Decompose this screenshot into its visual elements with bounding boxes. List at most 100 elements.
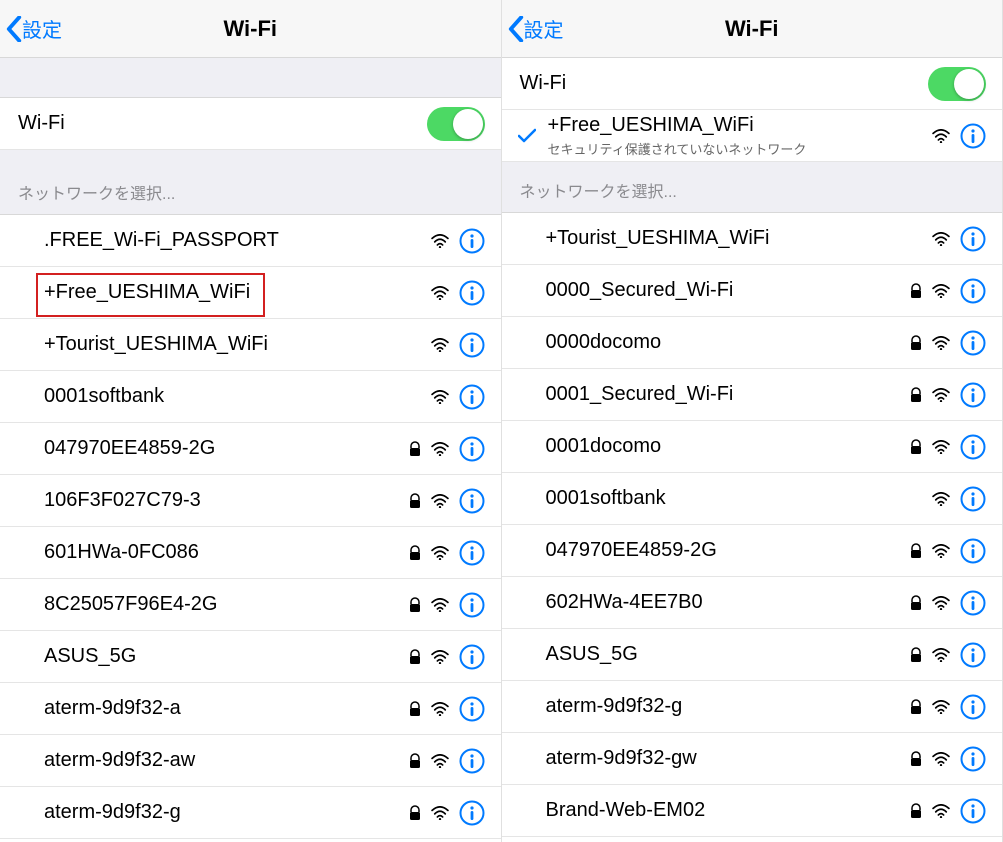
info-icon[interactable]: [459, 280, 485, 306]
network-row[interactable]: 0001_Secured_Wi-Fi: [502, 369, 1003, 421]
info-icon[interactable]: [960, 694, 986, 720]
network-name: 8C25057F96E4-2G: [44, 593, 217, 616]
wifi-signal-icon: [431, 598, 449, 612]
network-row[interactable]: 047970EE4859-2G: [0, 423, 501, 475]
network-row[interactable]: 601HWa-0FC086: [0, 527, 501, 579]
select-network-header: ネットワークを選択...: [0, 150, 501, 215]
wifi-signal-icon: [932, 544, 950, 558]
network-row[interactable]: +Free_UESHIMA_WiFi: [0, 267, 501, 319]
info-icon[interactable]: [960, 278, 986, 304]
wifi-signal-icon: [932, 388, 950, 402]
info-icon[interactable]: [960, 798, 986, 824]
wifi-toggle-label: Wi-Fi: [18, 112, 65, 135]
info-icon[interactable]: [459, 488, 485, 514]
wifi-toggle[interactable]: [928, 67, 986, 101]
network-list: .FREE_Wi-Fi_PASSPORT +Free_UESHIMA_WiFi+T…: [0, 215, 501, 839]
network-name: ASUS_5G: [44, 645, 136, 668]
network-name: 0000docomo: [546, 331, 662, 354]
wifi-signal-icon: [431, 338, 449, 352]
network-row[interactable]: 0001softbank: [502, 473, 1003, 525]
info-icon[interactable]: [459, 644, 485, 670]
connected-network-note: セキュリティ保護されていないネットワーク: [548, 139, 807, 158]
wifi-toggle[interactable]: [427, 107, 485, 141]
info-icon[interactable]: [960, 486, 986, 512]
network-row[interactable]: aterm-9d9f32-g: [502, 681, 1003, 733]
info-icon[interactable]: [960, 642, 986, 668]
connected-network-row[interactable]: +Free_UESHIMA_WiFi セキュリティ保護されていないネットワーク: [502, 110, 1003, 162]
info-icon[interactable]: [960, 123, 986, 149]
wifi-toggle-row[interactable]: Wi-Fi: [502, 58, 1003, 110]
wifi-signal-icon: [932, 284, 950, 298]
lock-icon: [409, 441, 421, 457]
navbar: 設定 Wi-Fi: [0, 0, 501, 58]
network-row[interactable]: 047970EE4859-2G: [502, 525, 1003, 577]
network-name: 0000_Secured_Wi-Fi: [546, 279, 734, 302]
network-row[interactable]: 0000_Secured_Wi-Fi: [502, 265, 1003, 317]
network-row[interactable]: ASUS_5G: [0, 631, 501, 683]
network-row[interactable]: 0001docomo: [502, 421, 1003, 473]
network-row[interactable]: aterm-9d9f32-a: [0, 683, 501, 735]
wifi-signal-icon: [932, 232, 950, 246]
info-icon[interactable]: [459, 748, 485, 774]
network-row[interactable]: +Tourist_UESHIMA_WiFi: [502, 213, 1003, 265]
network-name: 0001softbank: [546, 487, 666, 510]
network-row[interactable]: ASUS_5G: [502, 629, 1003, 681]
info-icon[interactable]: [960, 382, 986, 408]
wifi-toggle-row[interactable]: Wi-Fi: [0, 98, 501, 150]
wifi-signal-icon: [431, 806, 449, 820]
wifi-signal-icon: [431, 442, 449, 456]
info-icon[interactable]: [459, 696, 485, 722]
lock-icon: [910, 751, 922, 767]
info-icon[interactable]: [459, 592, 485, 618]
back-label: 設定: [22, 14, 62, 43]
network-row[interactable]: 0000docomo: [502, 317, 1003, 369]
network-row[interactable]: .FREE_Wi-Fi_PASSPORT: [0, 215, 501, 267]
screen-after: 設定 Wi-Fi Wi-Fi +Free_UESHIMA_WiFi セキュリティ…: [502, 0, 1003, 842]
wifi-signal-icon: [932, 596, 950, 610]
info-icon[interactable]: [960, 330, 986, 356]
lock-icon: [409, 805, 421, 821]
network-name: .FREE_Wi-Fi_PASSPORT: [44, 229, 279, 252]
network-name: aterm-9d9f32-a: [44, 697, 181, 720]
network-row[interactable]: aterm-9d9f32-g: [0, 787, 501, 839]
network-name: Brand-Web-EM02: [546, 799, 706, 822]
back-button[interactable]: 設定: [508, 14, 564, 43]
wifi-signal-icon: [932, 648, 950, 662]
network-row[interactable]: aterm-9d9f32-gw: [502, 733, 1003, 785]
network-row[interactable]: Brand-Web-EM02: [502, 785, 1003, 837]
lock-icon: [910, 335, 922, 351]
info-icon[interactable]: [459, 540, 485, 566]
info-icon[interactable]: [960, 590, 986, 616]
info-icon[interactable]: [960, 434, 986, 460]
wifi-signal-icon: [431, 650, 449, 664]
network-row[interactable]: 8C25057F96E4-2G: [0, 579, 501, 631]
wifi-signal-icon: [431, 494, 449, 508]
lock-icon: [910, 803, 922, 819]
network-row[interactable]: aterm-9d9f32-aw: [0, 735, 501, 787]
network-row[interactable]: 602HWa-4EE7B0: [502, 577, 1003, 629]
info-icon[interactable]: [459, 332, 485, 358]
section-gap: [0, 58, 501, 98]
network-name: 602HWa-4EE7B0: [546, 591, 703, 614]
lock-icon: [910, 595, 922, 611]
wifi-signal-icon: [431, 702, 449, 716]
lock-icon: [910, 439, 922, 455]
info-icon[interactable]: [459, 800, 485, 826]
network-row[interactable]: +Tourist_UESHIMA_WiFi: [0, 319, 501, 371]
info-icon[interactable]: [459, 384, 485, 410]
info-icon[interactable]: [960, 746, 986, 772]
network-name: 0001docomo: [546, 435, 662, 458]
network-name: aterm-9d9f32-aw: [44, 749, 195, 772]
network-row[interactable]: 0001softbank: [0, 371, 501, 423]
info-icon[interactable]: [459, 228, 485, 254]
info-icon[interactable]: [960, 538, 986, 564]
network-row[interactable]: 106F3F027C79-3: [0, 475, 501, 527]
chevron-left-icon: [508, 16, 524, 42]
lock-icon: [409, 545, 421, 561]
info-icon[interactable]: [459, 436, 485, 462]
info-icon[interactable]: [960, 226, 986, 252]
page-title: Wi-Fi: [223, 16, 277, 42]
network-name: 0001softbank: [44, 385, 164, 408]
back-button[interactable]: 設定: [6, 14, 62, 43]
network-name: 0001_Secured_Wi-Fi: [546, 383, 734, 406]
